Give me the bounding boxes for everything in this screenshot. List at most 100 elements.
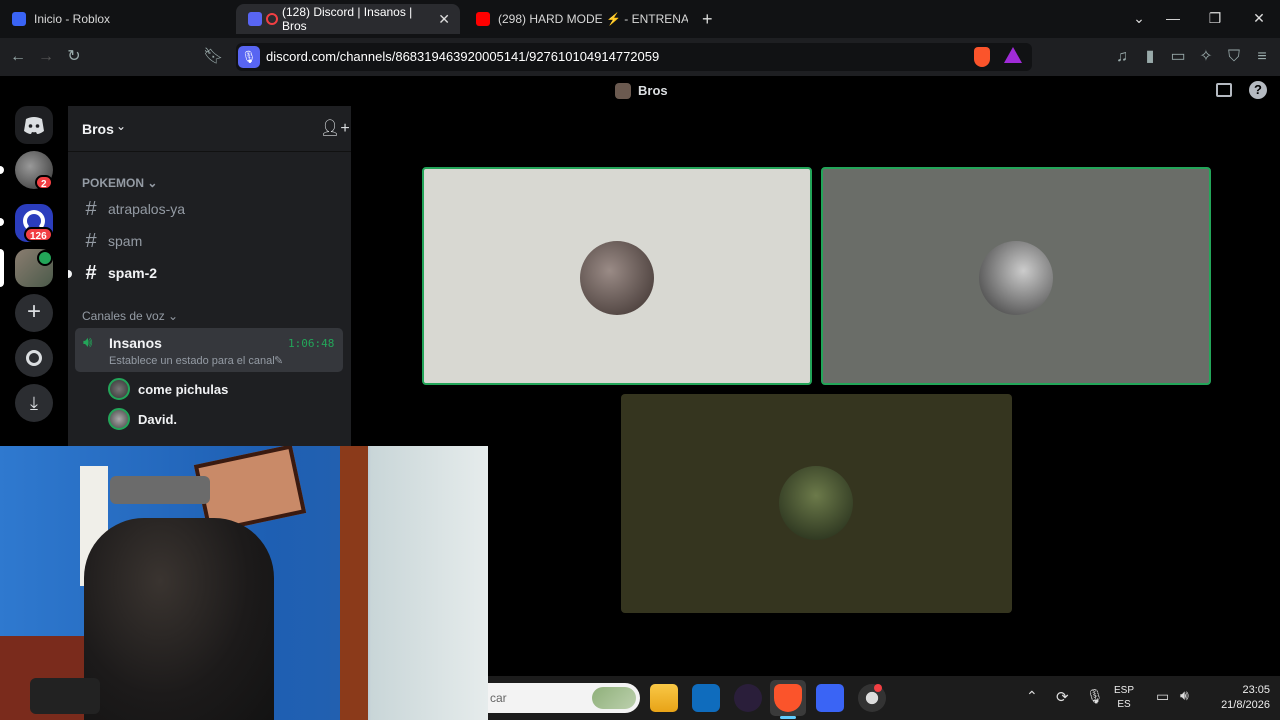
person bbox=[84, 518, 274, 720]
tab-bar: Inicio - Roblox (128) Discord | Insanos … bbox=[0, 0, 1280, 38]
language-indicator[interactable]: ESP ES bbox=[1114, 684, 1134, 712]
wallet-icon[interactable]: ▭ bbox=[1168, 47, 1188, 67]
tab-discord[interactable]: (128) Discord | Insanos | Bros ✕ bbox=[236, 4, 460, 34]
app-skull-icon[interactable] bbox=[734, 684, 762, 712]
minimize-icon[interactable]: — bbox=[1161, 8, 1185, 28]
pencil-icon[interactable]: ✎ bbox=[274, 354, 283, 367]
voice-channel-name: Insanos bbox=[109, 335, 162, 351]
new-tab-icon[interactable]: + bbox=[702, 9, 713, 30]
channel-name: atrapalos-ya bbox=[108, 201, 186, 217]
channel-name: spam bbox=[108, 233, 143, 249]
chevron-down-icon: ⌄ bbox=[116, 119, 127, 133]
bookmark-icon[interactable]: 🔖︎ bbox=[203, 47, 223, 67]
window-title: Bros bbox=[638, 83, 668, 98]
channel-name: spam-2 bbox=[108, 265, 158, 281]
file-explorer-icon[interactable] bbox=[650, 684, 678, 712]
voice-active-icon bbox=[37, 250, 53, 266]
restore-icon[interactable]: ❐ bbox=[1203, 8, 1227, 28]
microphone-tray-icon[interactable]: 🎙︎ bbox=[1086, 688, 1104, 705]
channel-spam[interactable]: # spam bbox=[82, 228, 142, 254]
chevron-down-icon[interactable]: ⌄ bbox=[1127, 8, 1151, 28]
webcam-overlay bbox=[0, 446, 488, 720]
search-text: car bbox=[490, 691, 507, 705]
channel-sidebar: Bros ⌄ 👤︎+ POKEMON ⌄ # atrapalos-ya # sp… bbox=[68, 106, 351, 446]
channel-status[interactable]: Establece un estado para el canal bbox=[109, 355, 275, 367]
language-code: ESP bbox=[1114, 685, 1135, 696]
category-voice[interactable]: Canales de voz ⌄ bbox=[82, 309, 178, 323]
hash-icon: # bbox=[85, 261, 97, 284]
url-field[interactable]: 🎙︎ discord.com/channels/8683194639200051… bbox=[236, 43, 1032, 71]
unread-pill bbox=[0, 218, 4, 226]
recording-dot bbox=[874, 684, 882, 692]
discord-icon bbox=[248, 12, 262, 26]
search-highlight-icon bbox=[592, 687, 636, 709]
menu-icon[interactable]: ≡ bbox=[1252, 47, 1272, 67]
mention-badge: 126 bbox=[24, 227, 53, 242]
vpn-icon[interactable]: ⛉ bbox=[1224, 47, 1244, 67]
search-box[interactable]: car bbox=[488, 683, 640, 713]
voice-member[interactable]: David. bbox=[108, 406, 177, 432]
participant-avatar bbox=[979, 241, 1053, 315]
close-tab-icon[interactable]: ✕ bbox=[438, 11, 450, 28]
category-pokemon[interactable]: POKEMON ⌄ bbox=[82, 176, 157, 190]
roblox-icon[interactable] bbox=[816, 684, 844, 712]
microphone-icon[interactable]: 🎙︎ bbox=[238, 46, 260, 68]
forward-icon[interactable]: → bbox=[36, 47, 56, 67]
explore-icon[interactable] bbox=[15, 339, 53, 377]
channel-spam-2[interactable]: # spam-2 bbox=[82, 260, 157, 286]
member-name: David. bbox=[138, 411, 178, 427]
category-label: Canales de voz bbox=[82, 309, 165, 323]
network-icon[interactable]: ▭ bbox=[1156, 688, 1169, 705]
leo-icon[interactable]: ✧ bbox=[1196, 47, 1216, 67]
server-header[interactable]: Bros ⌄ 👤︎+ bbox=[68, 106, 351, 152]
inbox-icon[interactable] bbox=[1216, 83, 1232, 97]
brave-rewards-icon[interactable] bbox=[1004, 47, 1022, 63]
channel-atrapalos-ya[interactable]: # atrapalos-ya bbox=[82, 196, 185, 222]
sidebar-icon[interactable]: ▮ bbox=[1140, 47, 1160, 67]
unread-pill bbox=[0, 166, 4, 174]
participant-avatar bbox=[779, 466, 853, 540]
clock-date: 21/8/2026 bbox=[1221, 699, 1270, 711]
help-icon[interactable]: ? bbox=[1249, 81, 1267, 99]
participant-avatar bbox=[580, 241, 654, 315]
sync-icon[interactable]: ⟳ bbox=[1056, 688, 1069, 706]
clock[interactable]: 23:05 21/8/2026 bbox=[1206, 683, 1270, 713]
taskbar: car ⌃ ⟳ 🎙︎ ESP ES ▭ 🔊︎ 23:05 21/8/2026 bbox=[488, 676, 1280, 720]
participant-tile[interactable] bbox=[621, 394, 1012, 613]
recording-icon bbox=[266, 13, 278, 25]
unread-dot bbox=[68, 270, 72, 278]
controller bbox=[30, 678, 100, 714]
tab-title: Inicio - Roblox bbox=[34, 12, 111, 26]
voice-channel-insanos[interactable]: 🔊︎ Insanos 1:06:48 Establece un estado p… bbox=[75, 328, 343, 372]
tab-title: (298) HARD MODE ⚡ - ENTRENAMI bbox=[498, 12, 688, 26]
language-sub: ES bbox=[1117, 699, 1131, 710]
tab-youtube[interactable]: (298) HARD MODE ⚡ - ENTRENAMI bbox=[464, 4, 688, 34]
reload-icon[interactable]: ↻ bbox=[64, 47, 84, 67]
avatar bbox=[108, 408, 130, 430]
discord-home-icon[interactable] bbox=[15, 106, 53, 144]
media-icon[interactable]: ♫ bbox=[1112, 47, 1132, 67]
roblox-icon bbox=[12, 12, 26, 26]
participant-tile[interactable] bbox=[821, 167, 1211, 385]
download-icon[interactable]: ⤓ bbox=[15, 384, 53, 422]
plush-shelf bbox=[110, 476, 210, 504]
chevron-up-icon[interactable]: ⌃ bbox=[1026, 688, 1038, 705]
brave-browser-icon[interactable] bbox=[774, 684, 802, 712]
hash-icon: # bbox=[85, 197, 97, 220]
hash-icon: # bbox=[85, 229, 97, 252]
member-name: come pichulas bbox=[138, 381, 229, 397]
invite-icon[interactable]: 👤︎+ bbox=[320, 118, 350, 138]
add-server-icon[interactable]: + bbox=[15, 294, 53, 332]
volume-icon[interactable]: 🔊︎ bbox=[1180, 687, 1189, 704]
voice-member[interactable]: come pichulas bbox=[108, 376, 228, 402]
tab-roblox[interactable]: Inicio - Roblox bbox=[0, 4, 232, 34]
participant-tile[interactable] bbox=[422, 167, 812, 385]
address-bar: ← → ↻ 🔖︎ 🎙︎ discord.com/channels/8683194… bbox=[0, 38, 1280, 76]
brave-shields-icon[interactable] bbox=[974, 47, 990, 67]
mention-badge: 2 bbox=[35, 175, 53, 190]
door-frame bbox=[340, 446, 368, 720]
close-window-icon[interactable]: ✕ bbox=[1247, 8, 1271, 28]
back-icon[interactable]: ← bbox=[8, 47, 28, 67]
outlook-icon[interactable] bbox=[692, 684, 720, 712]
server-rail: 2 126 + ⤓ bbox=[0, 106, 68, 446]
